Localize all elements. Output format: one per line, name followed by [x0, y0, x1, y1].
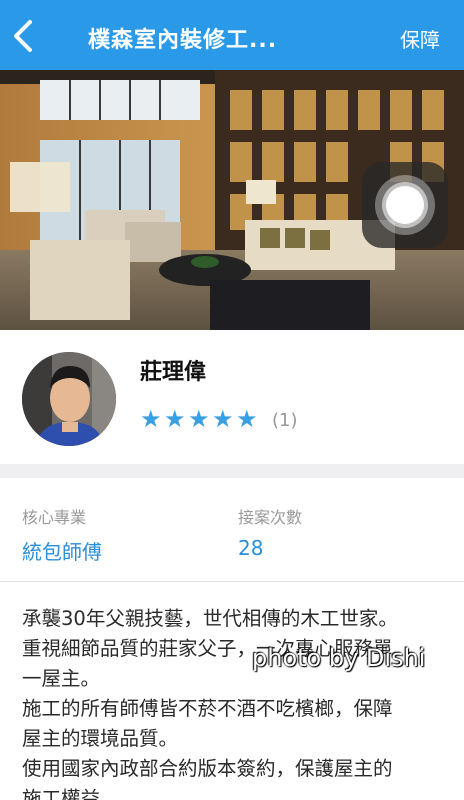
description: 承襲30年父親技藝，世代相傳的木工世家。 重視細節品質的莊家父子，一次專心服務單… — [22, 604, 452, 800]
description-line: 施工權益。 — [22, 787, 120, 800]
worker-name: 莊理偉 — [140, 360, 207, 385]
star-icon: ★ — [140, 405, 162, 433]
description-line: 施工的所有師傅皆不菸不酒不吃檳榔，保障 — [22, 697, 393, 720]
star-icon: ★ — [236, 405, 258, 433]
navigation-bar: 樸森室內裝修工... 保障 — [0, 0, 464, 70]
avatar-photo — [22, 352, 116, 446]
profile-card: 莊理偉 ★ ★ ★ ★ ★ (1) — [0, 330, 464, 464]
specialty-value: 統包師傅 — [22, 540, 102, 564]
page-title: 樸森室內裝修工... — [88, 28, 278, 53]
star-icon: ★ — [188, 405, 210, 433]
back-chevron-icon[interactable] — [8, 18, 38, 54]
description-line: 承襲30年父親技藝，世代相傳的木工世家。 — [22, 607, 398, 630]
jobs-value: 28 — [238, 536, 264, 560]
star-icon: ★ — [164, 405, 186, 433]
stats-section: 核心專業 統包師傅 接案次數 28 — [0, 478, 464, 582]
assistive-core — [386, 186, 424, 224]
specialty-label: 核心專業 — [22, 508, 87, 527]
assistive-touch-button[interactable] — [362, 162, 448, 248]
guarantee-button[interactable]: 保障 — [400, 24, 440, 53]
photo-watermark: photo by Dishi — [252, 644, 426, 672]
avatar[interactable] — [22, 352, 116, 446]
jobs-label: 接案次數 — [238, 508, 303, 527]
section-divider — [0, 464, 464, 478]
star-icon: ★ — [212, 405, 234, 433]
rating-stars: ★ ★ ★ ★ ★ — [140, 405, 258, 433]
description-line: 屋主的環境品質。 — [22, 727, 179, 750]
description-line: 使用國家內政部合約版本簽約，保護屋主的 — [22, 757, 393, 780]
review-count[interactable]: (1) — [272, 410, 298, 431]
